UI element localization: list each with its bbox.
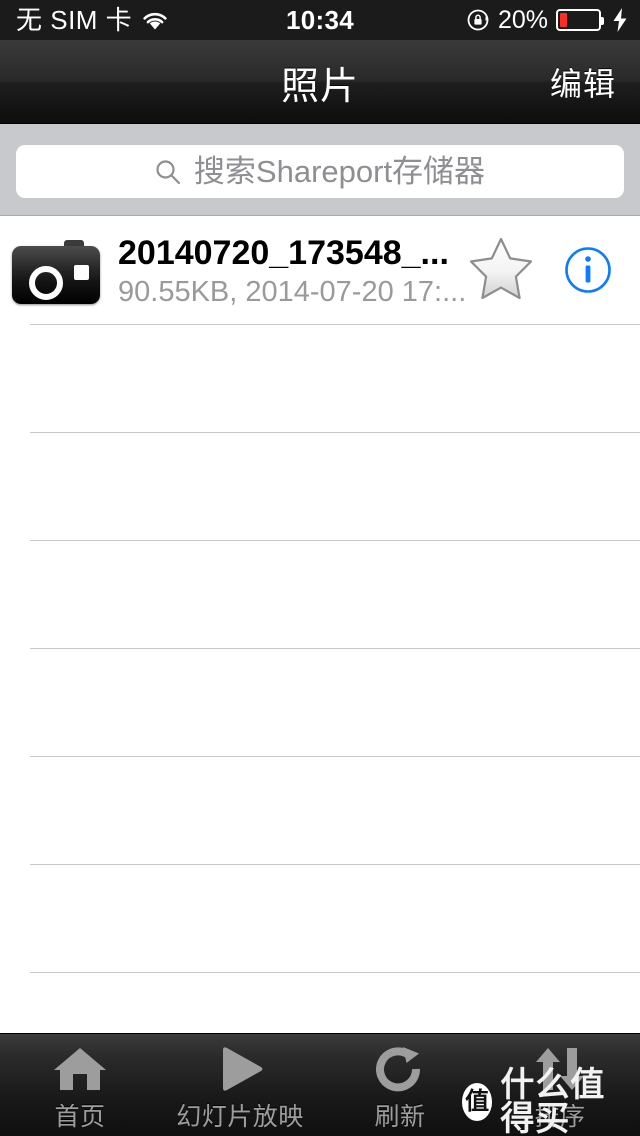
search-input[interactable]: 搜索Shareport存储器	[16, 145, 624, 198]
table-row-empty[interactable]	[0, 865, 640, 973]
table-row-empty[interactable]	[0, 541, 640, 649]
table-row[interactable]: 20140720_173548_... 90.55KB, 2014-07-20 …	[0, 217, 640, 325]
toolbar-item-sort[interactable]: 排序	[480, 1034, 640, 1136]
search-bar-container: 搜索Shareport存储器	[0, 124, 640, 216]
toolbar-item-home[interactable]: 首页	[0, 1034, 160, 1136]
toolbar-label-refresh: 刷新	[374, 1103, 426, 1131]
home-icon	[51, 1043, 109, 1095]
toolbar-label-home: 首页	[54, 1103, 106, 1131]
clock-label: 10:34	[286, 4, 354, 35]
file-row-text: 20140720_173548_... 90.55KB, 2014-07-20 …	[118, 234, 640, 309]
toolbar-item-slideshow[interactable]: 幻灯片放映	[160, 1034, 320, 1136]
search-input-inner: 搜索Shareport存储器	[155, 156, 485, 187]
status-bar-right: 20%	[466, 0, 628, 40]
table-row-empty[interactable]	[0, 649, 640, 757]
table-row-empty[interactable]	[0, 757, 640, 865]
star-icon[interactable]	[468, 236, 534, 300]
search-placeholder: 搜索Shareport存储器	[193, 154, 486, 189]
search-icon	[155, 159, 181, 185]
navigation-bar: 照片 编辑	[0, 40, 640, 124]
status-bar: 无 SIM 卡 10:34 20%	[0, 0, 640, 40]
sort-arrows-icon	[530, 1043, 590, 1095]
file-list[interactable]: 20140720_173548_... 90.55KB, 2014-07-20 …	[0, 217, 640, 1081]
rotation-lock-icon	[466, 8, 490, 32]
toolbar-label-slideshow: 幻灯片放映	[176, 1103, 304, 1131]
lightning-bolt-icon	[612, 8, 628, 32]
toolbar-label-sort: 排序	[534, 1103, 586, 1131]
app-screen: 无 SIM 卡 10:34 20% 照片 编辑 搜索Shareport存储器 2…	[0, 0, 640, 1136]
play-icon	[213, 1043, 267, 1095]
file-row-content: 20140720_173548_... 90.55KB, 2014-07-20 …	[0, 217, 640, 325]
file-name: 20140720_173548_...	[118, 233, 449, 272]
edit-button[interactable]: 编辑	[550, 40, 616, 124]
page-title: 照片	[280, 65, 359, 108]
camera-icon	[12, 238, 100, 304]
info-circle-icon[interactable]	[564, 246, 612, 294]
toolbar-item-refresh[interactable]: 刷新	[320, 1034, 480, 1136]
battery-icon	[556, 9, 604, 31]
file-meta: 90.55KB, 2014-07-20 17:...	[118, 275, 467, 308]
battery-percent-label: 20%	[497, 5, 548, 34]
table-row-empty[interactable]	[0, 433, 640, 541]
table-row-empty[interactable]	[0, 325, 640, 433]
refresh-icon	[374, 1043, 426, 1095]
bottom-toolbar: 首页 幻灯片放映 刷新 排序	[0, 1033, 640, 1136]
